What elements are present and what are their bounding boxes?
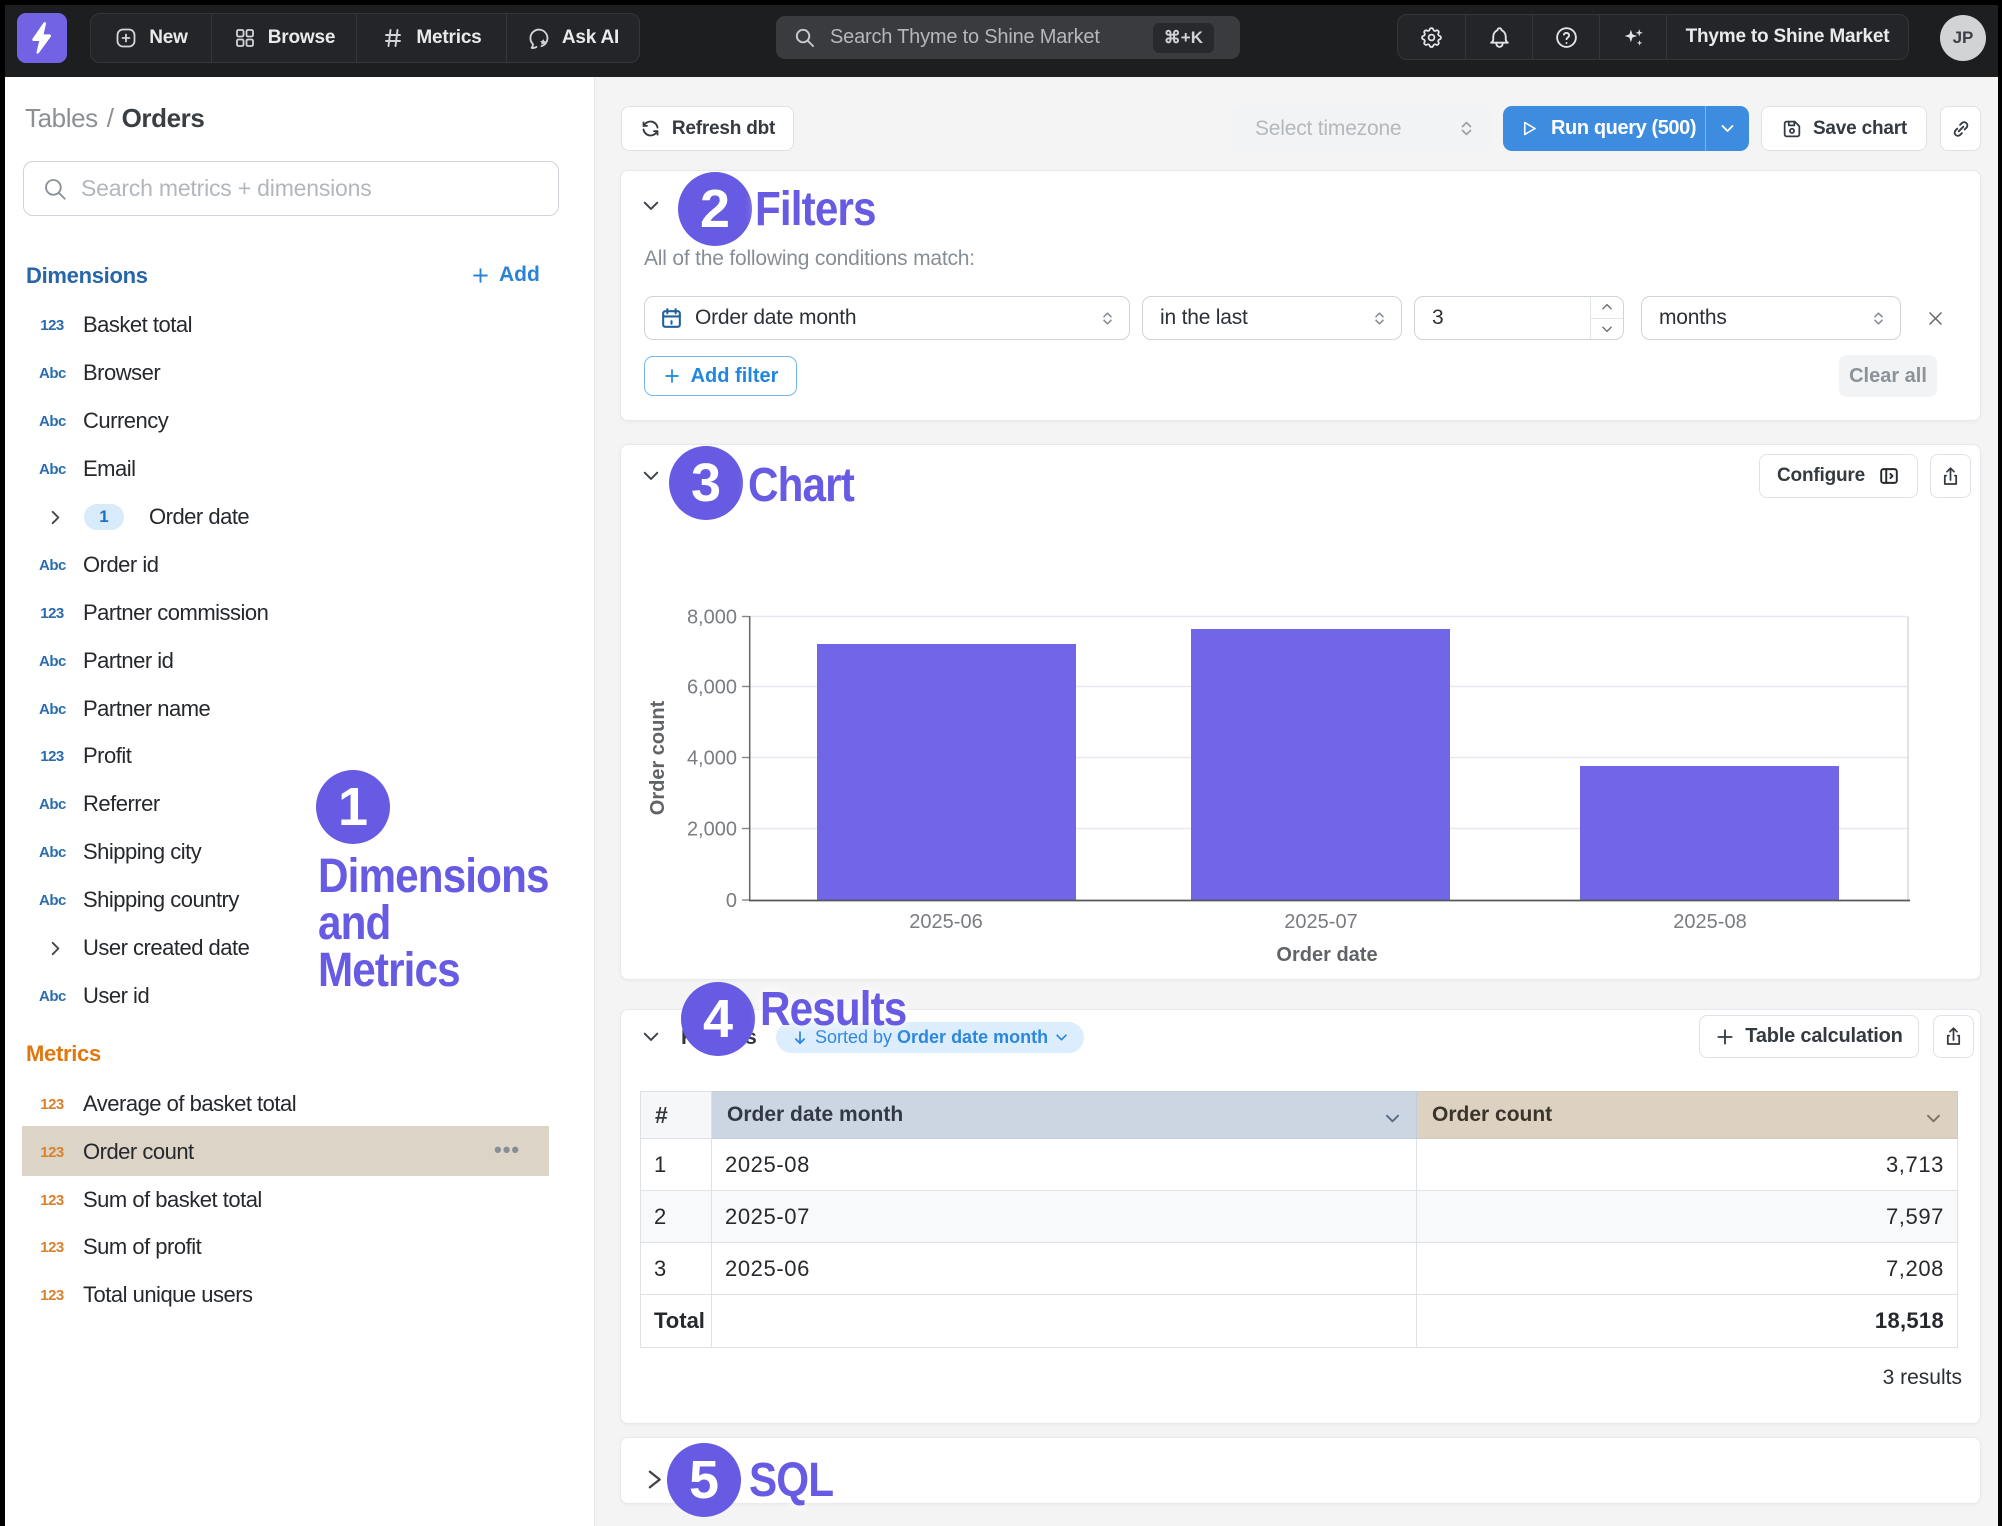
svg-text:8,000: 8,000 <box>687 607 737 629</box>
svg-text:4,000: 4,000 <box>687 748 737 770</box>
svg-text:2025-08: 2025-08 <box>1673 911 1746 933</box>
svg-text:2025-07: 2025-07 <box>1284 911 1357 933</box>
svg-text:2025-06: 2025-06 <box>909 911 982 933</box>
svg-text:Order count: Order count <box>647 700 669 815</box>
svg-text:2,000: 2,000 <box>687 819 737 841</box>
svg-text:Order date: Order date <box>1276 944 1377 966</box>
svg-text:0: 0 <box>726 890 737 912</box>
svg-text:6,000: 6,000 <box>687 677 737 699</box>
